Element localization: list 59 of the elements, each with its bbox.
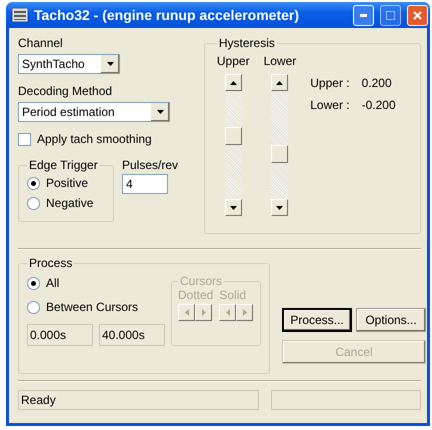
dropdown-arrow-icon <box>156 110 164 114</box>
radio-button[interactable] <box>27 196 40 210</box>
checkbox[interactable] <box>18 132 31 146</box>
scroll-down-button[interactable] <box>224 199 242 216</box>
left-arrow-icon <box>226 309 230 316</box>
channel-dropdown[interactable]: SynthTacho <box>18 54 120 74</box>
up-arrow-icon <box>276 80 284 84</box>
radio-button[interactable] <box>27 176 40 190</box>
slider-thumb[interactable] <box>224 127 242 145</box>
down-arrow-icon <box>230 206 237 210</box>
up-arrow-icon <box>230 80 237 84</box>
radio-label[interactable]: Negative <box>46 196 94 210</box>
group-title: Hysteresis <box>218 36 276 50</box>
radio-button[interactable] <box>27 300 40 314</box>
right-arrow-icon <box>202 309 206 316</box>
checkbox-label[interactable]: Apply tach smoothing <box>37 132 152 146</box>
app-icon <box>12 8 28 22</box>
close-icon <box>413 10 422 20</box>
radio-button[interactable] <box>27 276 40 290</box>
vertical-slider[interactable] <box>271 74 288 216</box>
group-title: Process <box>28 256 74 270</box>
close-button[interactable] <box>407 4 428 26</box>
dropdown-arrow-icon <box>106 62 114 66</box>
reading-value: 0.200 <box>362 76 393 90</box>
minimize-button[interactable] <box>353 4 374 26</box>
maximize-button[interactable] <box>380 4 401 26</box>
reading-label: Upper : <box>310 76 350 90</box>
field-label: Pulses/rev <box>122 158 178 172</box>
radio-label[interactable]: Positive <box>46 176 88 190</box>
field-label: Channel <box>18 36 64 50</box>
radio-label[interactable]: All <box>46 276 60 290</box>
reading-value: -0.200 <box>362 98 396 112</box>
slider-label: Lower <box>264 54 296 68</box>
start-time-field: 0.000s <box>27 324 93 346</box>
minimize-icon <box>360 14 367 16</box>
maximize-icon <box>386 10 395 20</box>
dialog-button[interactable]: Options... <box>356 308 426 332</box>
vertical-slider[interactable] <box>224 74 242 216</box>
window-title: Tacho32 - (engine runup accelerometer) <box>34 7 300 23</box>
left-arrow-icon <box>184 309 188 316</box>
field-label: Decoding Method <box>18 84 114 98</box>
slider-label: Upper <box>216 54 250 68</box>
input-field[interactable]: 4 <box>122 174 168 194</box>
status-pane: Ready <box>18 390 260 410</box>
scroll-down-button[interactable] <box>271 199 288 216</box>
scroll-up-button[interactable] <box>271 74 288 91</box>
cursor-label: Dotted <box>178 288 214 302</box>
end-time-field: 40.000s <box>99 324 165 346</box>
radio-label[interactable]: Between Cursors <box>46 300 138 314</box>
group-title: Edge Trigger <box>28 158 99 172</box>
reading-label: Lower : <box>310 98 350 112</box>
dialog-button[interactable]: Process... <box>282 308 352 332</box>
decoding-dropdown[interactable]: Period estimation <box>18 102 170 122</box>
down-arrow-icon <box>276 206 284 210</box>
scroll-up-button[interactable] <box>224 74 242 91</box>
group-title: Cursors <box>179 274 224 288</box>
cursor-label: Solid <box>219 288 248 302</box>
slider-thumb[interactable] <box>271 145 288 163</box>
right-arrow-icon <box>242 309 247 316</box>
